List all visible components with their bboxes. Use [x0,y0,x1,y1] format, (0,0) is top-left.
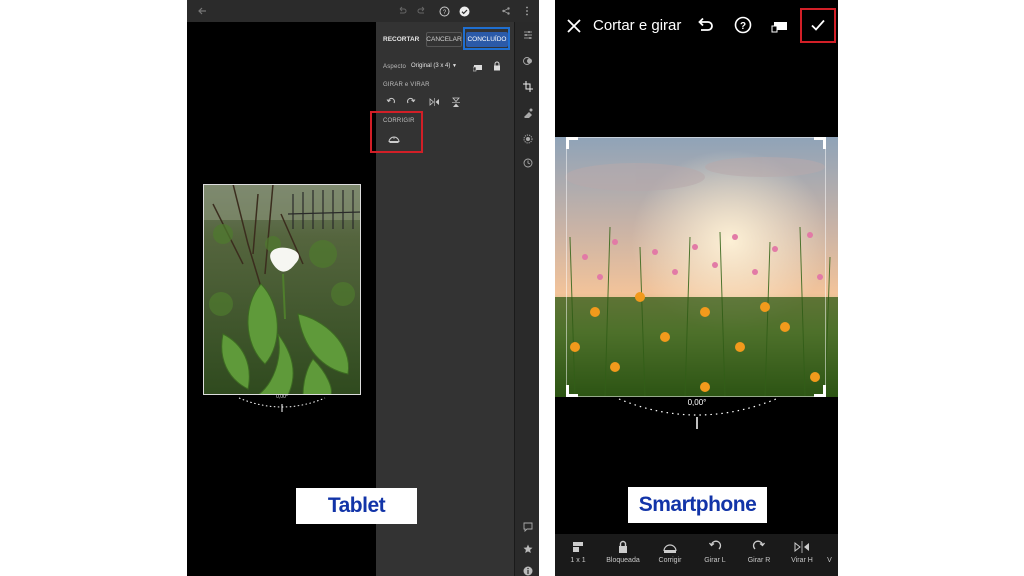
crop-handle-top-right[interactable] [814,137,826,149]
back-arrow-icon[interactable] [195,4,209,18]
rotate-right-icon[interactable] [406,97,416,107]
aspect-ratio-icon[interactable] [771,18,789,34]
smartphone-screenshot: Cortar e girar ? 0,00° Smartphone 1 x 1 … [555,0,838,576]
share-icon[interactable] [499,4,513,18]
aspect-label: Aspecto [383,64,407,70]
tool-rotate-right[interactable]: Girar R [736,540,782,576]
chevron-down-icon: ▼ [452,63,457,69]
crop-handle-top-left[interactable] [566,137,578,149]
tool-flip-horizontal[interactable]: Virar H [779,540,825,576]
rotate-left-icon[interactable] [386,97,396,107]
tool-label: Girar L [704,557,726,564]
screen-title: Cortar e girar [593,17,682,34]
crop-tool-icon[interactable] [521,80,534,93]
tool-flip-vertical[interactable]: V [821,540,838,576]
aspect-select[interactable]: Original (3 x 4) ▼ [411,63,457,69]
flip-horizontal-icon [794,540,810,554]
auto-straighten-icon [662,540,678,554]
tool-label: Girar R [747,557,771,564]
close-icon[interactable] [565,17,583,35]
tool-label: 1 x 1 [570,557,586,564]
lock-icon [616,540,630,554]
rotate-flip-label: GIRAR e VIRAR [383,82,430,88]
tool-label: Bloqueada [606,557,640,564]
undo-icon[interactable] [395,4,409,18]
straighten-highlight [370,111,423,153]
tool-straighten[interactable]: Corrigir [647,540,693,576]
tool-aspect[interactable]: 1 x 1 [555,540,601,576]
crop-frame[interactable] [203,184,361,395]
done-button-highlight [463,27,510,50]
tool-rotate-left[interactable]: Girar L [692,540,738,576]
undo-icon[interactable] [695,16,715,36]
crop-handle-bottom-right[interactable] [814,385,826,397]
tablet-screenshot: ? 0,00° RECORTAR CANCELAR CONCLUÍDO Aspe… [187,0,539,576]
aspect-icon [571,540,585,554]
flip-horizontal-icon[interactable] [429,97,440,107]
tool-label: Virar H [791,557,813,564]
tablet-angle-readout: 0,00° [276,394,288,400]
info-icon[interactable] [521,564,534,576]
confirm-highlight [800,8,836,43]
sliders-icon[interactable] [521,28,534,41]
tablet-caption: Tablet [296,488,417,524]
crop-frame[interactable] [566,137,826,397]
crop-handle-bottom-left[interactable] [566,385,578,397]
history-icon[interactable] [521,156,534,169]
tablet-top-bar: ? [187,0,539,22]
tool-lock[interactable]: Bloqueada [600,540,646,576]
healing-brush-icon[interactable] [521,106,534,119]
more-menu-icon[interactable] [520,4,534,18]
help-icon[interactable]: ? [734,16,752,34]
svg-text:?: ? [740,21,746,32]
svg-text:?: ? [442,10,446,16]
phone-angle-readout: 0,00° [687,398,707,407]
flip-vertical-icon[interactable] [451,97,461,108]
tool-label: V [827,557,832,564]
tool-label: Corrigir [658,557,682,564]
panel-title: RECORTAR [383,36,420,43]
phone-caption: Smartphone [628,487,767,523]
comment-icon[interactable] [521,520,534,533]
help-icon[interactable]: ? [437,4,451,18]
confirm-check-icon[interactable] [457,4,471,18]
rotate-right-icon [752,540,766,554]
presets-icon[interactable] [521,54,534,67]
aspect-value: Original (3 x 4) [411,63,451,69]
aspect-ratio-icon[interactable] [473,62,483,72]
tools-rail [514,22,539,576]
redo-icon[interactable] [415,4,429,18]
cancel-button[interactable]: CANCELAR [426,32,462,47]
masking-icon[interactable] [521,132,534,145]
lock-icon[interactable] [492,61,502,71]
star-icon[interactable] [521,542,534,555]
rotate-left-icon [708,540,722,554]
